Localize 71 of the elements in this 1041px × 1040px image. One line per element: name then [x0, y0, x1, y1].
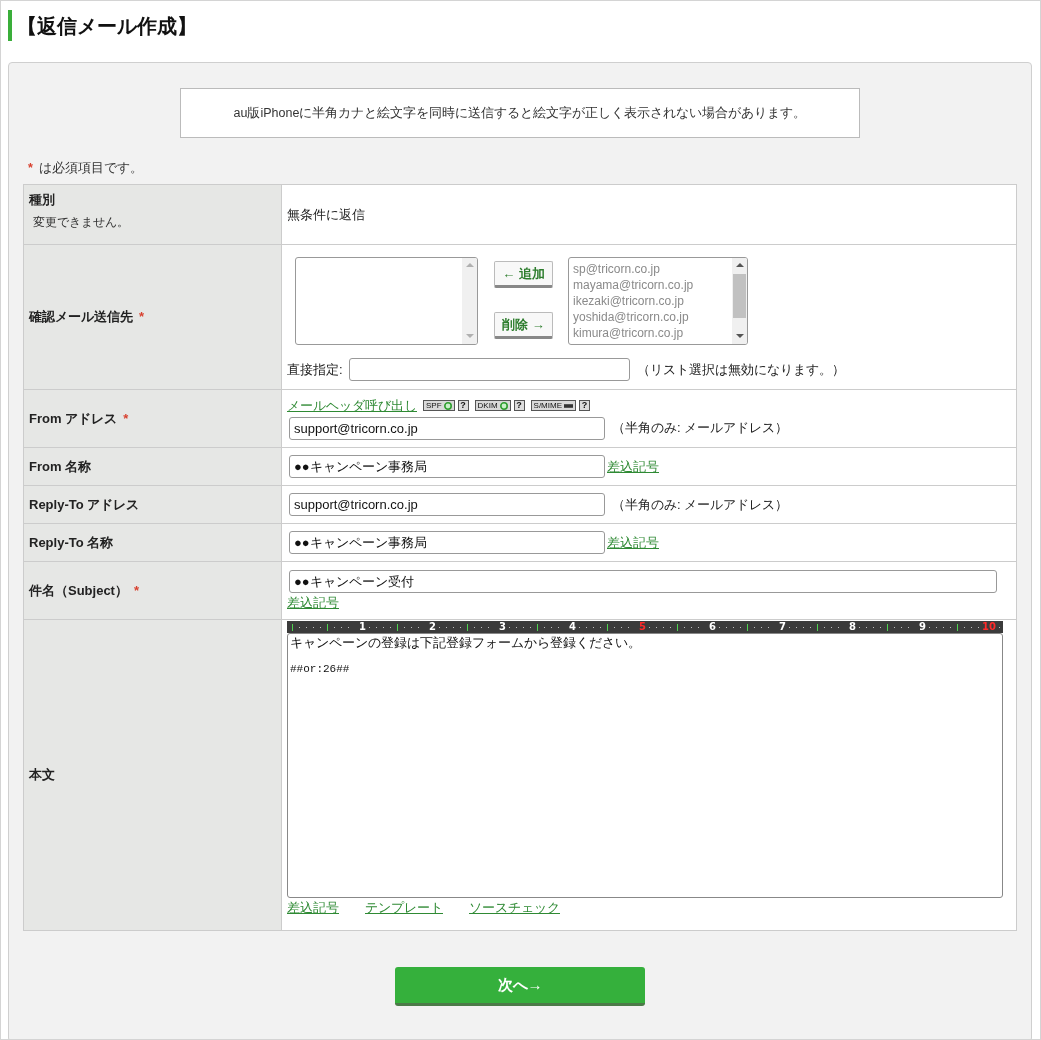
field-note: （半角のみ: メールアドレス）: [612, 419, 789, 437]
type-value: 無条件に返信: [287, 206, 365, 222]
ruler-number: 1: [359, 621, 366, 633]
help-button[interactable]: ?: [579, 400, 590, 411]
field-label: 確認メール送信先: [29, 309, 133, 324]
scrollbar-track[interactable]: [732, 258, 747, 344]
ruler-number: 7: [779, 621, 786, 633]
recipient-listbox[interactable]: sp@tricorn.co.jp mayama@tricorn.co.jp ikezaki@tricorn.co.jp yoshida@tricorn.co.jp kimura@tricorn.co.jp: [568, 257, 748, 345]
badge-label: SPF: [426, 401, 442, 410]
ruler-number: 5: [639, 621, 646, 633]
badge-label: S/MIME: [533, 401, 562, 410]
required-asterisk: *: [133, 582, 140, 598]
list-option[interactable]: yoshida@tricorn.co.jp: [573, 309, 728, 325]
sender-name-field[interactable]: ●●キャンペーン事務局: [289, 531, 605, 554]
body-text-line: ##or:26##: [290, 662, 351, 676]
field-label: Reply-To アドレス: [29, 496, 140, 512]
direct-address-field[interactable]: [348, 358, 630, 381]
subject-field[interactable]: ●●キャンペーン受付: [289, 570, 997, 593]
dash-icon: [564, 403, 573, 408]
help-button[interactable]: ?: [457, 400, 469, 411]
candidate-listbox[interactable]: [295, 257, 478, 345]
ruler-number: 10: [982, 621, 996, 633]
field-label: From 名称: [29, 458, 92, 474]
ruler-number: 8: [849, 621, 856, 633]
list-option[interactable]: kimura@tricorn.co.jp: [573, 325, 728, 341]
required-asterisk: *: [139, 309, 145, 324]
required-note: は必須項目です。: [38, 161, 143, 175]
list-option[interactable]: sp@tricorn.co.jp: [573, 261, 728, 277]
notice-message: au版iPhoneに半角カナと絵文字を同時に送信すると絵文字が正しく表示されない場合があります。: [180, 88, 860, 138]
down-arrow-icon[interactable]: [735, 334, 744, 338]
title-accent-bar: [8, 10, 12, 41]
body-textarea[interactable]: キャンペーンの登録は下記登録フォームから登録ください。 ##or:26##: [287, 633, 1003, 898]
editor-tool-link[interactable]: テンプレート: [365, 900, 443, 916]
field-label: Reply-To 名称: [29, 534, 114, 550]
insert-tag-link[interactable]: 差込記号: [287, 595, 339, 610]
field-label: 件名（Subject）: [29, 582, 128, 598]
required-asterisk: *: [28, 161, 33, 175]
field-label: 種別: [29, 192, 55, 207]
add-button[interactable]: ← 追加: [494, 261, 553, 288]
ruler-number: 2: [429, 621, 436, 633]
circle-icon: [443, 401, 452, 410]
page-title: 【返信メール作成】: [17, 13, 197, 39]
editor-tool-link[interactable]: 差込記号: [287, 900, 339, 916]
sender-name-field[interactable]: ●●キャンペーン事務局: [289, 455, 605, 478]
field-note: （半角のみ: メールアドレス）: [612, 495, 789, 514]
remove-button[interactable]: 削除 →: [494, 312, 553, 339]
insert-tag-link[interactable]: 差込記号: [607, 533, 659, 552]
badge-label: DKIM: [477, 401, 498, 410]
list-option[interactable]: mayama@tricorn.co.jp: [573, 277, 728, 293]
ruler-number: 6: [709, 621, 716, 633]
field-label: From アドレス: [29, 410, 118, 426]
up-arrow-icon[interactable]: [735, 263, 744, 267]
field-label: 本文: [29, 767, 55, 782]
required-asterisk: *: [123, 410, 129, 426]
scrollbar-thumb[interactable]: [733, 274, 746, 318]
direct-input-label: 直接指定:: [287, 360, 343, 379]
direct-input-note: （リスト選択は無効になります。）: [636, 360, 845, 379]
editor-tool-link[interactable]: ソースチェック: [469, 900, 560, 916]
insert-tag-link[interactable]: 差込記号: [607, 457, 659, 476]
help-button[interactable]: ?: [513, 400, 525, 411]
email-field[interactable]: support@tricorn.co.jp: [289, 493, 605, 516]
next-button[interactable]: 次へ→: [395, 967, 645, 1006]
email-field[interactable]: support@tricorn.co.jp: [289, 416, 605, 440]
field-hint: 変更できません。: [32, 215, 130, 229]
mail-header-link[interactable]: メールヘッダ呼び出し: [287, 396, 417, 415]
ruler-number: 3: [499, 621, 506, 633]
circle-icon: [499, 401, 508, 410]
ruler-number: 9: [919, 621, 926, 633]
list-option[interactable]: ikezaki@tricorn.co.jp: [573, 293, 728, 309]
ruler-number: 4: [569, 621, 576, 633]
body-text-line: キャンペーンの登録は下記登録フォームから登録ください。: [290, 636, 642, 650]
